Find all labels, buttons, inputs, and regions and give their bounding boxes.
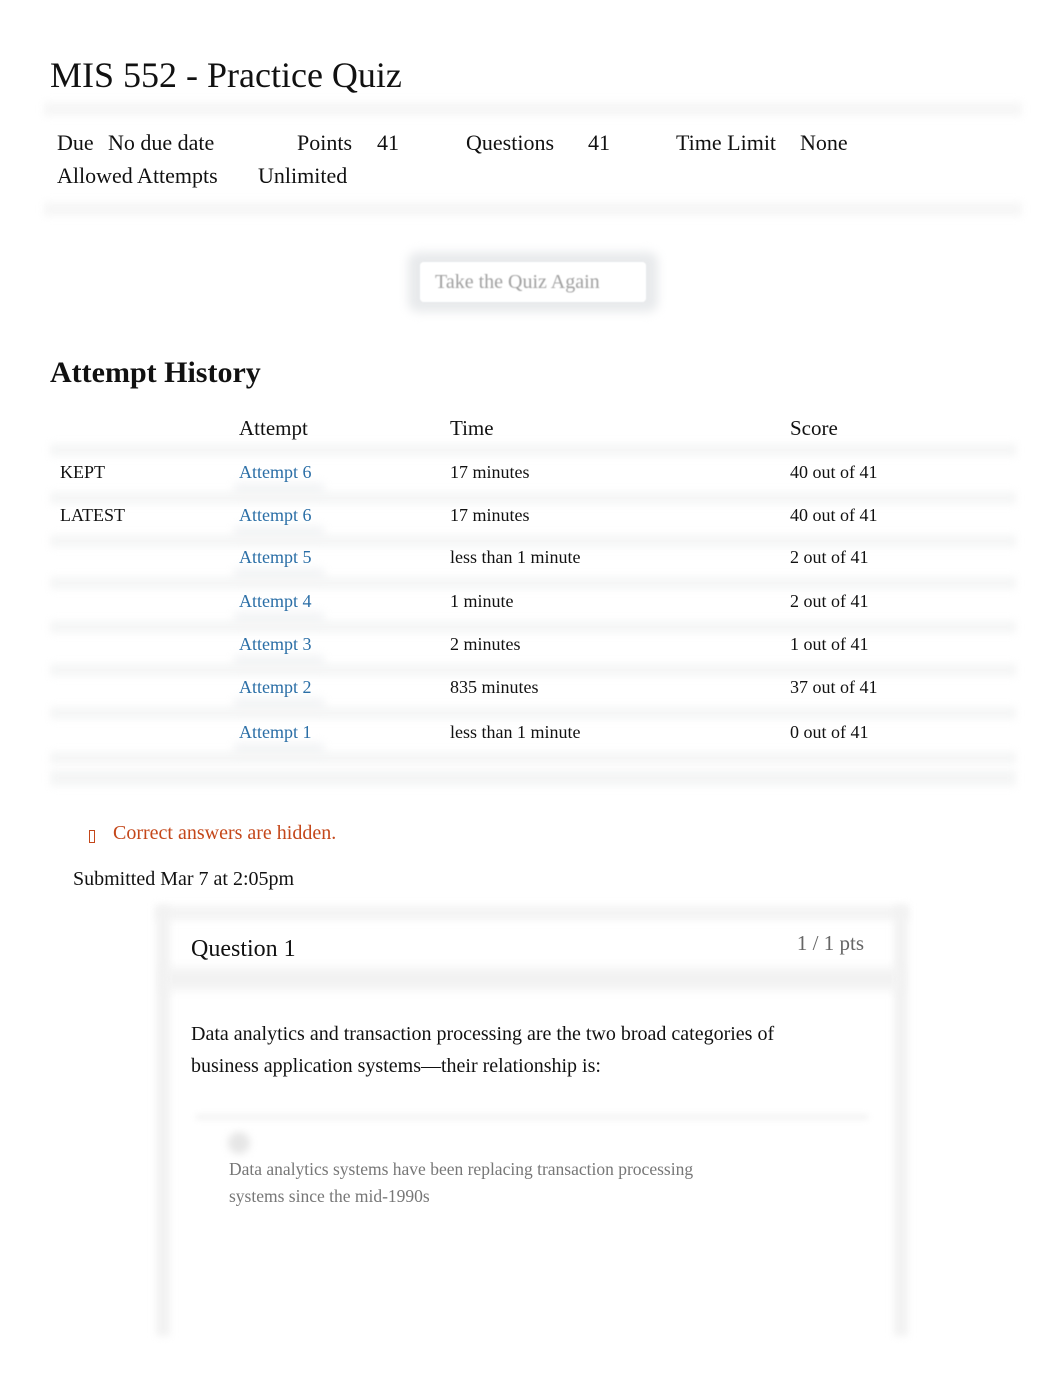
card-border [156,906,908,920]
answer-option[interactable]: Data analytics systems have been replaci… [229,1156,749,1210]
allowed-attempts-label: Allowed Attempts [57,163,218,188]
row-divider [50,707,1016,719]
attempt-time: 835 minutes [450,677,539,697]
divider [44,102,1022,116]
quiz-page: MIS 552 - Practice Quiz Due No due date … [0,0,1062,1377]
due-value: No due date [108,130,215,155]
question-points: 1 / 1 pts [796,931,864,955]
attempt-time: 2 minutes [450,634,521,654]
attempt-history-title: Attempt History [50,356,261,389]
row-divider [50,535,1016,547]
attempt-link[interactable]: Attempt 6 [239,505,312,526]
questions-value: 41 [588,130,610,155]
attempt-link[interactable]: Attempt 5 [239,547,312,568]
answer-radio[interactable] [228,1132,250,1154]
quiz-details: Due No due date Points 41 Questions 41 T… [44,100,1022,218]
correct-answers-hidden-notice: Correct answers are hidden. [88,822,336,845]
points-label: Points [297,130,353,155]
row-divider [50,492,1016,504]
attempt-score: 0 out of 41 [790,722,869,742]
question-card: Question 1 1 / 1 pts Data analytics and … [156,906,908,1336]
answers-divider [196,1114,868,1120]
row-divider [50,752,1016,764]
row-divider [50,621,1016,633]
attempt-time: less than 1 minute [450,547,581,567]
attempt-score: 1 out of 41 [790,634,869,654]
table-bottom-divider [50,770,1016,786]
attempt-score: 40 out of 41 [790,505,878,525]
column-header-attempt: Attempt [239,416,308,440]
points-value: 41 [377,130,399,155]
time-limit-label: Time Limit [676,130,777,155]
attempt-time: less than 1 minute [450,722,581,742]
attempt-link[interactable]: Attempt 3 [239,634,312,655]
take-quiz-again-button[interactable]: Take the Quiz Again [420,262,646,302]
submission-time: Submitted Mar 7 at 2:05pm [73,868,295,890]
attempt-time: 17 minutes [450,505,530,525]
attempt-link[interactable]: Attempt 4 [239,591,312,612]
attempt-score: 2 out of 41 [790,591,869,611]
row-divider [50,444,1016,456]
row-divider [50,664,1016,676]
divider [44,202,1022,216]
attempt-time: 17 minutes [450,462,530,482]
attempt-score: 40 out of 41 [790,462,878,482]
row-divider [50,577,1016,589]
time-limit-value: None [800,130,848,155]
attempt-tag: KEPT [60,462,105,482]
column-header-time: Time [450,416,494,440]
question-text: Data analytics and transaction processin… [191,1023,775,1077]
question-title: Question 1 [191,936,296,962]
attempt-score: 2 out of 41 [790,547,869,567]
attempt-link[interactable]: Attempt 1 [239,722,312,743]
notice-text: Correct answers are hidden. [113,822,337,844]
questions-label: Questions [466,130,554,155]
attempt-time: 1 minute [450,591,514,611]
column-header-score: Score [790,416,838,440]
attempt-link[interactable]: Attempt 2 [239,677,312,698]
due-label: Due [57,130,94,155]
page-title: MIS 552 - Practice Quiz [50,55,402,95]
take-quiz-again-wrapper: Take the Quiz Again [408,252,658,312]
attempt-link[interactable]: Attempt 6 [239,462,312,483]
question-header-divider [164,968,900,990]
attempt-tag: LATEST [60,505,125,525]
warning-icon [89,830,95,843]
allowed-attempts-value: Unlimited [258,163,348,188]
attempt-score: 37 out of 41 [790,677,878,697]
